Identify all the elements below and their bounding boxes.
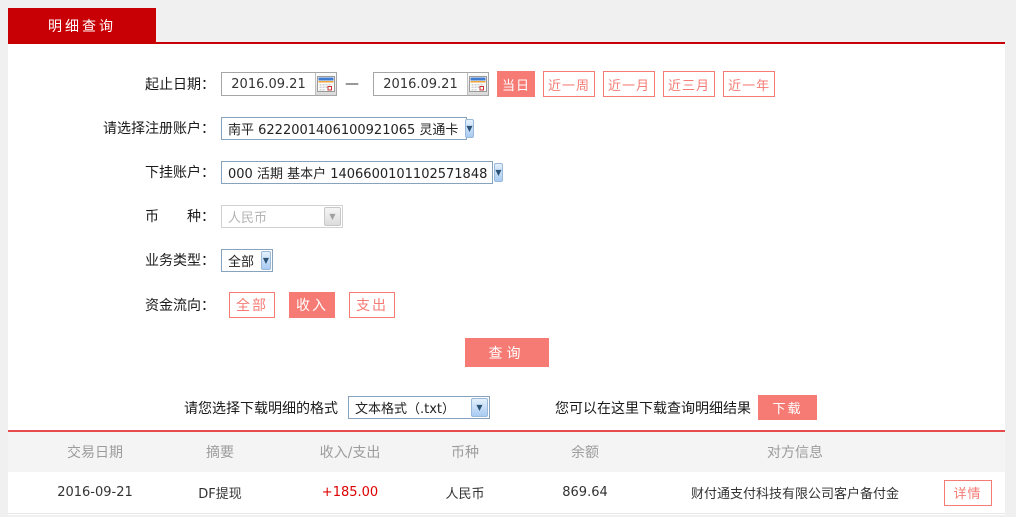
cell-counterparty: 财付通支付科技有限公司客户备付金 (690, 487, 899, 502)
download-button[interactable]: 下载 (758, 395, 817, 420)
date-range-label: 起止日期： (145, 77, 215, 93)
cell-summary: DF提现 (198, 487, 242, 502)
download-hint: 您可以在这里下载查询明细结果 (555, 400, 751, 417)
results-table: 交易日期 摘要 收入/支出 币种 余额 对方信息 2016-09-21 DF提现… (8, 430, 1005, 514)
business-type-select[interactable]: 全部 ▼ (221, 248, 273, 272)
sub-account-row: 下挂账户： 000 活期 基本户 1406600101102571848 ▼ (8, 160, 1005, 184)
column-header-currency: 币种 (451, 445, 479, 461)
cell-date: 2016-09-21 (57, 485, 133, 500)
quick-range-3months-button[interactable]: 近三月 (663, 71, 716, 97)
download-format-select[interactable]: 文本格式（.txt） ▼ (348, 396, 490, 419)
quick-range-week-button[interactable]: 近一周 (543, 71, 596, 97)
date-range-row: 起止日期： 2016.09.21 — 2016.09.21 当日 近一周 近一月… (8, 71, 1005, 97)
table-row: 2016-09-21 DF提现 +185.00 人民币 869.64 财付通支付… (8, 472, 1005, 514)
quick-range-label: 近一周 (548, 78, 591, 94)
query-form: 起止日期： 2016.09.21 — 2016.09.21 当日 近一周 近一月… (8, 44, 1005, 515)
registered-account-select[interactable]: 南平 6222001406100921065 灵通卡 ▼ (221, 116, 474, 140)
quick-range-label: 近三月 (668, 78, 711, 94)
quick-range-label: 近一月 (608, 78, 651, 94)
tab-bar: 明细查询 (8, 8, 1005, 44)
chevron-down-icon: ▼ (324, 206, 341, 226)
fund-flow-all-button[interactable]: 全部 (229, 292, 275, 318)
chevron-down-icon: ▼ (471, 398, 488, 417)
table-header-row: 交易日期 摘要 收入/支出 币种 余额 对方信息 (8, 432, 1005, 472)
calendar-icon[interactable] (315, 73, 336, 95)
end-date-value: 2016.09.21 (383, 76, 458, 92)
fund-flow-income-button[interactable]: 收入 (289, 292, 335, 318)
quick-range-year-button[interactable]: 近一年 (723, 71, 776, 97)
fund-flow-row: 资金流向： 全部 收入 支出 (8, 292, 1005, 318)
quick-range-label: 当日 (502, 78, 531, 94)
fund-flow-expense-button[interactable]: 支出 (349, 292, 395, 318)
quick-range-label: 近一年 (728, 78, 771, 94)
currency-select: 人民币 ▼ (221, 204, 343, 228)
column-header-summary: 摘要 (206, 445, 234, 461)
tab-label: 明细查询 (48, 19, 116, 35)
column-header-counterparty: 对方信息 (767, 445, 823, 461)
fund-flow-button-label: 支出 (356, 298, 388, 314)
registered-account-value: 南平 6222001406100921065 灵通卡 (228, 122, 459, 138)
end-date-input[interactable]: 2016.09.21 (373, 72, 489, 96)
sub-account-select[interactable]: 000 活期 基本户 1406600101102571848 ▼ (221, 160, 503, 184)
start-date-input[interactable]: 2016.09.21 (221, 72, 337, 96)
quick-range-month-button[interactable]: 近一月 (603, 71, 656, 97)
detail-query-panel: 明细查询 起止日期： 2016.09.21 — 2016.09.21 当日 近一… (8, 8, 1005, 517)
registered-account-row: 请选择注册账户： 南平 6222001406100921065 灵通卡 ▼ (8, 116, 1005, 140)
cell-amount: +185.00 (321, 485, 379, 500)
currency-value: 人民币 (228, 210, 268, 226)
fund-flow-button-label: 收入 (296, 298, 328, 314)
date-range-separator: — (345, 76, 359, 92)
chevron-down-icon: ▼ (465, 118, 474, 138)
chevron-down-icon: ▼ (261, 250, 271, 270)
business-type-row: 业务类型： 全部 ▼ (8, 248, 1005, 272)
tab-detail-query[interactable]: 明细查询 (8, 8, 156, 44)
fund-flow-label: 资金流向： (145, 298, 215, 314)
cell-balance: 869.64 (562, 485, 608, 500)
chevron-down-icon: ▼ (494, 162, 503, 182)
currency-label: 币 种： (145, 209, 215, 225)
business-type-value: 全部 (228, 254, 255, 270)
currency-row: 币 种： 人民币 ▼ (8, 204, 1005, 228)
sub-account-label: 下挂账户： (145, 165, 215, 181)
quick-range-today-button[interactable]: 当日 (497, 71, 536, 97)
cell-currency: 人民币 (445, 487, 485, 502)
column-header-balance: 余额 (571, 445, 599, 461)
business-type-label: 业务类型： (145, 253, 215, 269)
column-header-date: 交易日期 (67, 445, 123, 461)
registered-account-label: 请选择注册账户： (103, 121, 215, 137)
query-button[interactable]: 查询 (464, 338, 549, 367)
sub-account-value: 000 活期 基本户 1406600101102571848 (228, 166, 488, 182)
fund-flow-button-label: 全部 (236, 298, 268, 314)
download-format-label: 请您选择下载明细的格式 (184, 400, 338, 417)
download-row: 请您选择下载明细的格式 文本格式（.txt） ▼ 您可以在这里下载查询明细结果 … (8, 395, 1005, 420)
calendar-icon[interactable] (467, 73, 488, 95)
column-header-amount: 收入/支出 (319, 445, 381, 461)
download-format-value: 文本格式（.txt） (355, 402, 456, 417)
start-date-value: 2016.09.21 (231, 76, 306, 92)
detail-button[interactable]: 详情 (943, 479, 992, 506)
